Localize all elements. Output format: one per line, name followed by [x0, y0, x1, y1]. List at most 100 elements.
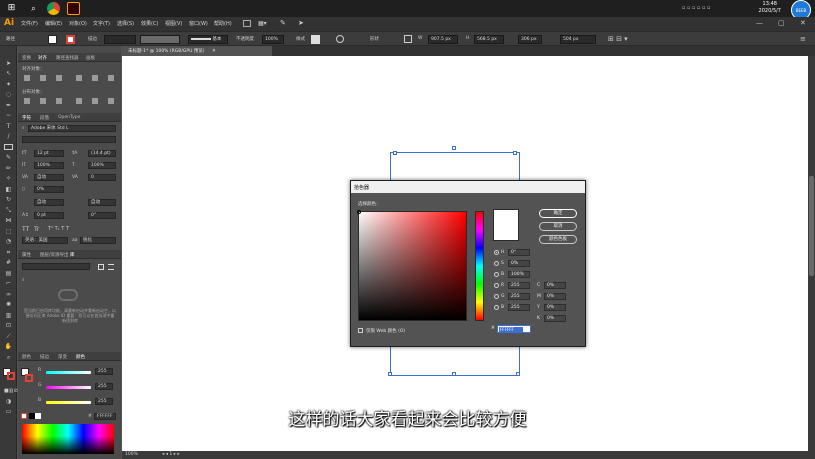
tab-properties[interactable]: 属性	[22, 252, 31, 258]
g-field[interactable]: 255	[95, 383, 113, 390]
align-top-icon[interactable]	[76, 75, 82, 81]
chrome-icon[interactable]	[47, 2, 60, 15]
hex-input[interactable]: FFFFFF	[497, 325, 531, 333]
g-slider[interactable]	[46, 386, 91, 389]
superscript-icons[interactable]: T¹ T₁ T T	[48, 226, 69, 232]
tab-align[interactable]: 对齐	[38, 55, 47, 61]
tab-paragraph[interactable]: 段落	[40, 115, 49, 121]
font-size-field[interactable]: 12 pt	[34, 150, 64, 157]
lasso-tool-icon[interactable]: ◌	[4, 91, 13, 98]
illustrator-taskbar-icon[interactable]	[67, 2, 80, 15]
y-field[interactable]: 504 px	[560, 35, 596, 44]
stroke-color-icon[interactable]	[7, 372, 15, 380]
distribute-vcenter-icon[interactable]	[40, 98, 46, 104]
library-search-icon[interactable]: ⌕	[22, 277, 25, 283]
leading-field[interactable]: (14.4 pt)	[88, 150, 116, 157]
grid-view-icon[interactable]	[98, 264, 104, 270]
menu-effect[interactable]: 效果(C)	[141, 20, 158, 27]
width-field[interactable]: 907.5 px	[428, 35, 458, 44]
all-caps-button[interactable]: TT	[22, 226, 29, 233]
tab-artboards[interactable]: 画板	[86, 55, 95, 61]
align-right-icon[interactable]	[56, 75, 62, 81]
pencil-tool-icon[interactable]: ✏	[4, 165, 13, 172]
menu-view[interactable]: 视图(V)	[165, 20, 182, 27]
direct-selection-tool-icon[interactable]: ↖	[4, 70, 13, 77]
menu-window[interactable]: 窗口(W)	[189, 20, 208, 27]
close-tab-icon[interactable]: ✕	[212, 49, 216, 54]
blue-field[interactable]: 255	[508, 304, 530, 311]
distribute-bottom-icon[interactable]	[56, 98, 62, 104]
stroke-weight-field[interactable]	[104, 35, 136, 44]
free-transform-tool-icon[interactable]: ⬚	[4, 228, 13, 235]
mesh-tool-icon[interactable]: #	[4, 259, 13, 266]
draw-mode-icon[interactable]: ◑	[4, 398, 13, 405]
variable-width-field[interactable]	[140, 35, 180, 44]
selection-handle[interactable]	[513, 151, 517, 155]
h-radio[interactable]	[494, 250, 499, 255]
font-family-field[interactable]: Adobe 宋体 Std L	[28, 125, 116, 132]
language-field[interactable]: 英语：美国	[22, 237, 68, 244]
selection-handle[interactable]	[393, 151, 397, 155]
panel-menu-icon[interactable]: ≡	[800, 35, 806, 43]
b-field[interactable]: 255	[95, 398, 113, 405]
align-left-icon[interactable]	[24, 75, 30, 81]
magic-wand-tool-icon[interactable]: ✦	[4, 81, 13, 88]
graphic-style-swatch[interactable]	[311, 35, 320, 44]
color-marker[interactable]	[357, 210, 361, 214]
tab-stroke[interactable]: 描边	[40, 354, 49, 360]
b-slider[interactable]	[46, 401, 91, 404]
artboard-nav[interactable]: ◂ ◂ 1 ▸ ▸	[162, 452, 180, 457]
pen-tool-icon[interactable]: ✒	[4, 102, 13, 109]
windows-start-icon[interactable]: ⊞	[5, 2, 18, 15]
saturation-brightness-field[interactable]	[357, 210, 467, 321]
menu-help[interactable]: 帮助(H)	[214, 20, 232, 27]
workspace-icon[interactable]	[243, 20, 251, 27]
hue-slider[interactable]	[475, 211, 484, 321]
r-field[interactable]: 255	[95, 368, 113, 375]
font-style-field[interactable]	[22, 136, 116, 143]
maximize-icon[interactable]: ▢	[778, 19, 785, 27]
distribute-left-icon[interactable]	[76, 98, 82, 104]
tab-transform[interactable]: 变换	[22, 55, 31, 61]
b-radio[interactable]	[494, 272, 499, 277]
s-radio[interactable]	[494, 261, 499, 266]
minimize-icon[interactable]: —	[756, 19, 763, 27]
align-hcenter-icon[interactable]	[40, 75, 46, 81]
list-view-icon[interactable]	[108, 264, 114, 270]
paintbrush-tool-icon[interactable]: ✎	[4, 154, 13, 161]
scroll-thumb[interactable]	[809, 176, 814, 276]
character-rotation-field[interactable]: 0°	[88, 212, 116, 219]
distribute-hcenter-icon[interactable]	[92, 98, 98, 104]
tab-swatches[interactable]: 颜色	[22, 354, 31, 360]
align-icons[interactable]: ⊞ ⊟ ▾	[608, 35, 628, 43]
document-tab[interactable]: 未标题-1* @ 100% (RGB/GPU 预览) ✕	[122, 46, 272, 56]
b-field[interactable]: 100%	[508, 271, 530, 278]
selection-handle[interactable]	[452, 146, 456, 150]
g-field[interactable]: 255	[508, 293, 530, 300]
tab-opentype[interactable]: OpenType	[58, 115, 80, 120]
stroke-swatch[interactable]	[66, 35, 75, 44]
vertical-scrollbar[interactable]	[808, 56, 815, 451]
height-field[interactable]: 568.5 px	[474, 35, 504, 44]
opacity-field[interactable]: 100%	[262, 35, 284, 44]
menu-file[interactable]: 文件(F)	[21, 20, 38, 27]
s-field[interactable]: 0%	[508, 260, 530, 267]
fill-swatch[interactable]	[48, 35, 57, 44]
tab-asset-export[interactable]: 图层/资源导出	[40, 252, 69, 258]
selection-tool-icon[interactable]: ➤	[4, 60, 13, 67]
c-field[interactable]: 0%	[544, 282, 566, 289]
menu-type[interactable]: 文字(T)	[93, 20, 110, 27]
horizontal-scale-field[interactable]: 100%	[88, 162, 116, 169]
menu-object[interactable]: 对象(O)	[69, 20, 87, 27]
arrange-icon[interactable]: ▦▾	[258, 20, 270, 27]
recolor-icon[interactable]	[336, 35, 344, 43]
hand-tool-icon[interactable]: ✋	[4, 343, 13, 350]
rotate-tool-icon[interactable]: ↻	[4, 196, 13, 203]
ok-button[interactable]: 确定	[539, 209, 577, 218]
artboard-tool-icon[interactable]: ⊡	[4, 322, 13, 329]
menu-edit[interactable]: 编辑(E)	[45, 20, 62, 27]
vertical-scale-field[interactable]: 100%	[34, 162, 64, 169]
perspective-grid-tool-icon[interactable]: ⌗	[4, 249, 13, 256]
library-dropdown[interactable]	[22, 263, 90, 270]
selection-handle[interactable]	[516, 372, 520, 376]
